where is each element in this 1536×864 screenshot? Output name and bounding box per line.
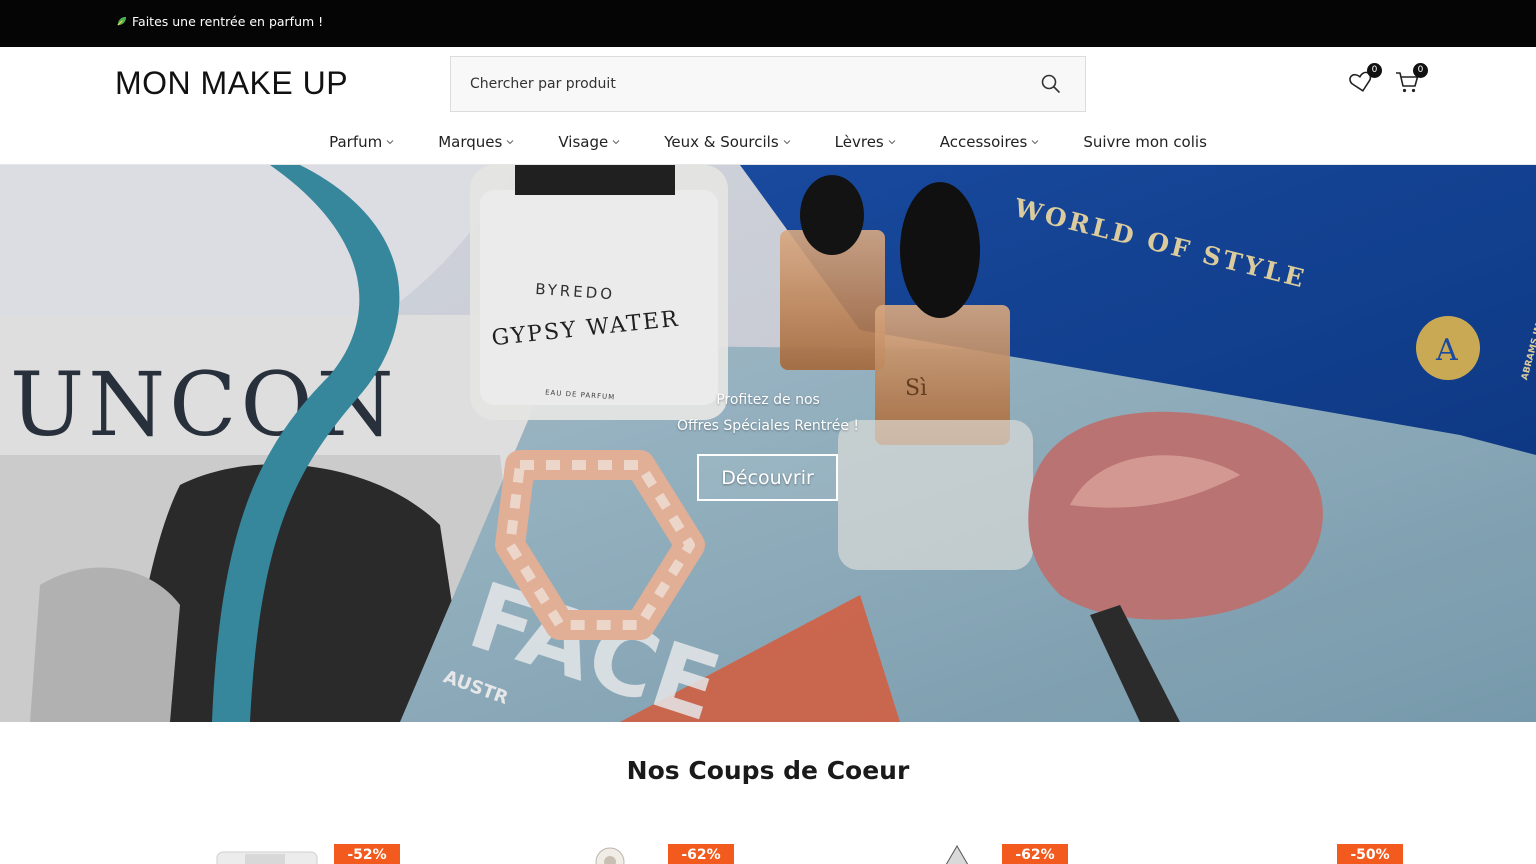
leaf-icon — [117, 16, 127, 26]
site-header: MON MAKE UP 0 0 Parfum — [0, 47, 1536, 165]
product-image — [216, 851, 318, 864]
main-nav: Parfum Marques Visage Yeux & Sourcils Lè… — [0, 132, 1536, 164]
nav-item-label: Visage — [558, 133, 609, 151]
product-image — [1160, 840, 1270, 864]
nav-item-label: Marques — [438, 133, 503, 151]
nav-item-accessoires[interactable]: Accessoires — [918, 132, 1062, 152]
cart-button[interactable]: 0 — [1394, 63, 1428, 95]
discount-badge: -62% — [668, 844, 734, 864]
hero-caption-line2: Offres Spéciales Rentrée ! — [676, 418, 860, 434]
product-card[interactable]: -50% — [1160, 830, 1403, 864]
discover-button[interactable]: Découvrir — [697, 454, 838, 501]
section-title: Nos Coups de Coeur — [626, 756, 910, 785]
nav-item-label: Yeux & Sourcils — [664, 133, 779, 151]
search-icon[interactable] — [1039, 72, 1063, 96]
wishlist-button[interactable]: 0 — [1348, 63, 1382, 95]
product-carousel: -52% -62% -62% -50% — [0, 830, 1536, 864]
nav-item-label: Parfum — [329, 133, 383, 151]
chevron-down-icon — [506, 140, 514, 145]
hero-banner: UNCON FACE AUSTR WORLD OF STYLE A ABRAMS… — [0, 165, 1536, 722]
nav-item-visage[interactable]: Visage — [536, 132, 642, 152]
cart-count-badge: 0 — [1413, 63, 1428, 78]
wishlist-count-badge: 0 — [1367, 63, 1382, 78]
chevron-down-icon — [783, 140, 791, 145]
product-card[interactable]: -62% — [585, 830, 785, 864]
promo-message[interactable]: Faites une rentrée en parfum ! — [116, 14, 323, 29]
product-card[interactable]: -62% — [925, 830, 1125, 864]
announcement-bar: Faites une rentrée en parfum ! — [0, 0, 1536, 47]
search-bar — [450, 56, 1086, 112]
promo-text: Faites une rentrée en parfum ! — [132, 14, 324, 29]
discount-badge: -62% — [1002, 844, 1068, 864]
nav-item-label: Accessoires — [939, 133, 1028, 151]
nav-item-levres[interactable]: Lèvres — [813, 132, 918, 152]
chevron-down-icon — [612, 140, 620, 145]
chevron-down-icon — [888, 140, 896, 145]
nav-item-marques[interactable]: Marques — [416, 132, 536, 152]
product-card[interactable]: -52% — [215, 830, 415, 864]
chevron-down-icon — [1031, 140, 1039, 145]
discount-badge: -50% — [1337, 844, 1403, 864]
hero-caption-line1: Profitez de nos — [716, 392, 820, 408]
nav-item-suivre-colis[interactable]: Suivre mon colis — [1061, 132, 1229, 152]
nav-item-label: Suivre mon colis — [1083, 133, 1207, 151]
chevron-down-icon — [386, 140, 394, 145]
search-input[interactable] — [451, 57, 1031, 111]
nav-item-yeux-sourcils[interactable]: Yeux & Sourcils — [642, 132, 812, 152]
nav-item-label: Lèvres — [834, 133, 884, 151]
hero-caption: Profitez de nos Offres Spéciales Rentrée… — [618, 387, 918, 439]
site-logo[interactable]: MON MAKE UP — [115, 65, 348, 102]
hero-image[interactable]: UNCON FACE AUSTR WORLD OF STYLE A ABRAMS… — [0, 165, 1536, 722]
header-actions: 0 0 — [1348, 63, 1428, 95]
nav-item-parfum[interactable]: Parfum — [307, 132, 416, 152]
discount-badge: -52% — [334, 844, 400, 864]
